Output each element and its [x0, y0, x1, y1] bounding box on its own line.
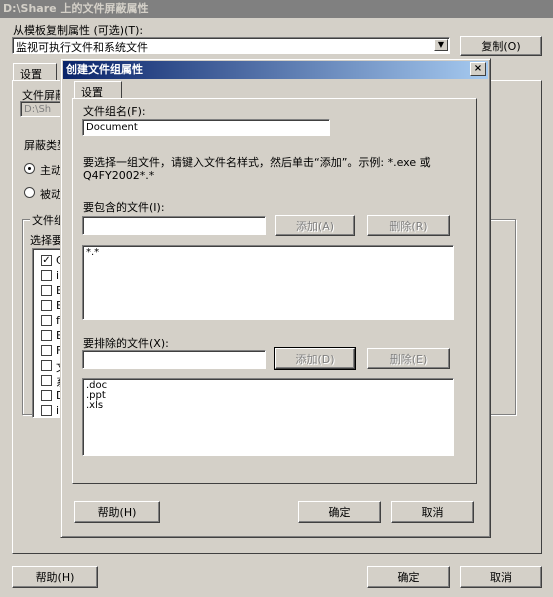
- main-tab-settings[interactable]: 设置: [13, 63, 57, 81]
- group-checkbox[interactable]: [41, 270, 52, 281]
- include-remove-button[interactable]: 删除(R): [367, 215, 450, 236]
- include-add-button[interactable]: 添加(A): [275, 215, 355, 236]
- template-dropdown[interactable]: 监视可执行文件和系统文件 ▼: [12, 37, 450, 54]
- template-dropdown-value: 监视可执行文件和系统文件: [16, 41, 148, 54]
- dialog-title: 创建文件组属性: [66, 63, 143, 76]
- main-ok-button[interactable]: 确定: [367, 566, 450, 588]
- template-label: 从模板复制属性 (可选)(T):: [13, 24, 144, 37]
- radio-active-label: 主动: [40, 164, 62, 177]
- include-item[interactable]: *.*: [86, 248, 450, 258]
- instructions-text: 要选择一组文件，请键入文件名样式，然后单击“添加”。示例: *.exe 或 Q4…: [83, 156, 431, 182]
- exclude-add-button[interactable]: 添加(D): [274, 347, 356, 370]
- radio-active[interactable]: [24, 163, 35, 174]
- exclude-item[interactable]: .xls: [86, 401, 450, 411]
- group-checkbox[interactable]: [41, 330, 52, 341]
- select-label: 选择要: [30, 234, 63, 247]
- group-name-field[interactable]: Document: [82, 119, 330, 136]
- radio-passive-label: 被动: [40, 188, 62, 201]
- exclude-item[interactable]: .ppt: [86, 391, 450, 401]
- group-checkbox[interactable]: [41, 300, 52, 311]
- copy-button[interactable]: 复制(O): [460, 36, 542, 56]
- exclude-list[interactable]: .doc .ppt .xls: [82, 378, 454, 456]
- group-checkbox[interactable]: ✓: [41, 255, 52, 266]
- main-titlebar: D:\Share 上的文件屏蔽属性: [0, 0, 553, 18]
- dialog-titlebar: 创建文件组属性: [63, 61, 488, 79]
- include-list[interactable]: *.*: [82, 245, 454, 320]
- exclude-remove-button[interactable]: 删除(E): [367, 348, 450, 369]
- dialog-ok-button[interactable]: 确定: [298, 501, 381, 523]
- group-checkbox[interactable]: [41, 390, 52, 401]
- exclude-label: 要排除的文件(X):: [83, 337, 169, 350]
- group-checkbox[interactable]: [41, 375, 52, 386]
- path-value: D:\Sh: [24, 104, 52, 115]
- include-input[interactable]: [82, 216, 266, 235]
- close-icon[interactable]: ×: [470, 62, 486, 76]
- main-help-button[interactable]: 帮助(H): [12, 566, 98, 588]
- main-cancel-button[interactable]: 取消: [460, 566, 542, 588]
- group-name-label: 文件组名(F):: [83, 105, 146, 118]
- exclude-item[interactable]: .doc: [86, 381, 450, 391]
- exclude-input[interactable]: [82, 350, 266, 369]
- dialog-tab-settings[interactable]: 设置: [74, 81, 122, 99]
- radio-passive[interactable]: [24, 187, 35, 198]
- dialog-help-button[interactable]: 帮助(H): [74, 501, 160, 523]
- group-checkbox[interactable]: [41, 315, 52, 326]
- chevron-down-icon[interactable]: ▼: [434, 39, 448, 51]
- group-checkbox[interactable]: [41, 360, 52, 371]
- path-field: D:\Sh: [20, 101, 64, 117]
- dialog-cancel-button[interactable]: 取消: [391, 501, 474, 523]
- group-checkbox[interactable]: [41, 345, 52, 356]
- include-label: 要包含的文件(I):: [83, 201, 165, 214]
- group-checkbox[interactable]: [41, 405, 52, 416]
- group-checkbox[interactable]: [41, 285, 52, 296]
